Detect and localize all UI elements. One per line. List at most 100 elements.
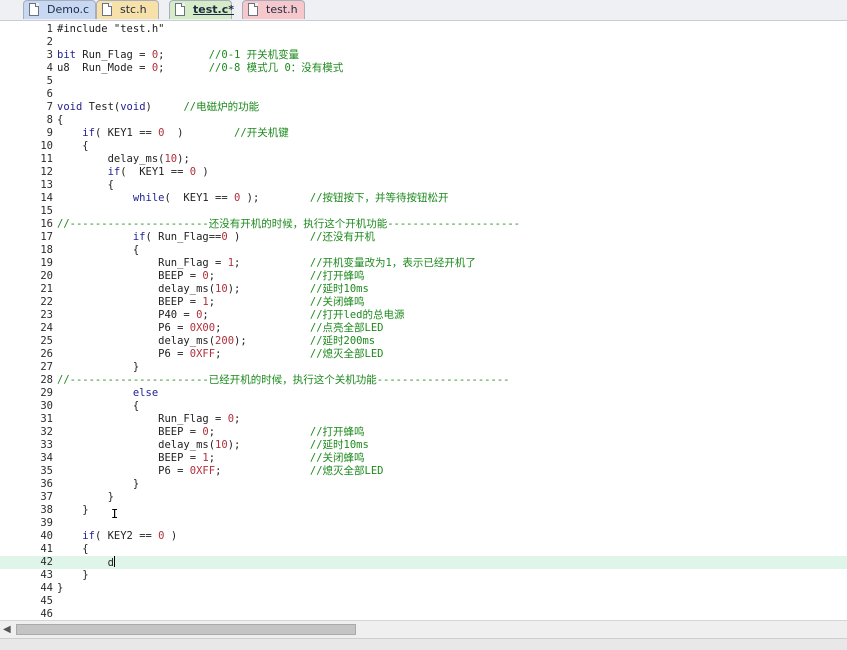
- code-line[interactable]: 9 if( KEY1 == 0 ) //开关机键: [0, 127, 847, 140]
- code-line[interactable]: 35 P6 = 0XFF; //熄灭全部LED: [0, 465, 847, 478]
- tab-test-c[interactable]: test.c*: [169, 0, 234, 19]
- code-line[interactable]: 19 Run_Flag = 1; //开机变量改为1，表示已经开机了: [0, 257, 847, 270]
- code-line[interactable]: 43 }: [0, 569, 847, 582]
- line-number: 30: [40, 400, 53, 412]
- code-line[interactable]: 4 u8 Run_Mode = 0; //0-8 模式几 0：没有模式: [0, 62, 847, 75]
- code-text: }: [57, 569, 88, 582]
- line-number: 33: [40, 439, 53, 451]
- code-line[interactable]: 31 Run_Flag = 0;: [0, 413, 847, 426]
- code-editor[interactable]: 1 #include "test.h" 2 3 bit Run_Flag = 0; //…: [0, 21, 847, 620]
- code-line[interactable]: 20 BEEP = 0; //打开蜂鸣: [0, 270, 847, 283]
- code-line[interactable]: 39: [0, 517, 847, 530]
- line-number: 10: [40, 140, 53, 152]
- code-line[interactable]: 15: [0, 205, 847, 218]
- code-comment: //关闭蜂鸣: [309, 296, 365, 308]
- code-line[interactable]: 37 }: [0, 491, 847, 504]
- code-line[interactable]: 24 P6 = 0X00; //点亮全部LED: [0, 322, 847, 335]
- code-line[interactable]: 27 }: [0, 361, 847, 374]
- code-line[interactable]: 34 BEEP = 1; //关闭蜂鸣: [0, 452, 847, 465]
- line-number: 16: [40, 218, 53, 230]
- line-number: 18: [40, 244, 53, 256]
- code-line[interactable]: 23 P40 = 0; //打开led的总电源: [0, 309, 847, 322]
- code-line[interactable]: 41 {: [0, 543, 847, 556]
- code-token: ( KEY1 ==: [94, 127, 159, 139]
- code-text: Run_Flag = 1; //开机变量改为1，表示已经开机了: [57, 257, 476, 270]
- line-number: 5: [46, 75, 53, 87]
- code-line[interactable]: 32 BEEP = 0; //打开蜂鸣: [0, 426, 847, 439]
- code-line[interactable]: 42 d: [0, 556, 847, 569]
- code-line[interactable]: 38 }: [0, 504, 847, 517]
- code-line[interactable]: 33 delay_ms(10); //延时10ms: [0, 439, 847, 452]
- code-line[interactable]: 17 if( Run_Flag==0 ) //还没有开机: [0, 231, 847, 244]
- code-token: }: [57, 361, 140, 373]
- code-line[interactable]: 1 #include "test.h": [0, 23, 847, 36]
- code-line[interactable]: 11 delay_ms(10);: [0, 153, 847, 166]
- code-comment: //延时10ms: [309, 439, 369, 451]
- code-line[interactable]: 26 P6 = 0XFF; //熄灭全部LED: [0, 348, 847, 361]
- code-token: P40 =: [57, 309, 197, 321]
- code-line[interactable]: 36 }: [0, 478, 847, 491]
- code-token: {: [57, 179, 114, 191]
- code-line[interactable]: 8{: [0, 114, 847, 127]
- code-line[interactable]: 28 //----------------------已经开机的时候，执行这个关机…: [0, 374, 847, 387]
- code-token: BEEP =: [57, 296, 203, 308]
- code-line[interactable]: 5: [0, 75, 847, 88]
- code-line[interactable]: 40 if( KEY2 == 0 ): [0, 530, 847, 543]
- code-number: 10: [215, 439, 228, 451]
- line-number: 25: [40, 335, 53, 347]
- code-line[interactable]: 16 //----------------------还没有开机的时候，执行这个开…: [0, 218, 847, 231]
- code-keyword: bit: [57, 49, 76, 61]
- code-line[interactable]: 6: [0, 88, 847, 101]
- code-text: {: [57, 400, 139, 413]
- line-number: 20: [40, 270, 53, 282]
- code-line[interactable]: 7 void Test(void) //电磁炉的功能: [0, 101, 847, 114]
- code-token: ;: [208, 426, 310, 438]
- code-line[interactable]: 18 {: [0, 244, 847, 257]
- code-text: delay_ms(200); //延时200ms: [57, 335, 375, 348]
- code-line[interactable]: 29 else: [0, 387, 847, 400]
- code-line[interactable]: 30 {: [0, 400, 847, 413]
- code-token: #include "test.h": [57, 23, 165, 35]
- line-number: 6: [46, 88, 53, 100]
- code-text: P6 = 0X00; //点亮全部LED: [57, 322, 383, 335]
- code-line[interactable]: 13 {: [0, 179, 847, 192]
- code-keyword: void: [57, 101, 83, 113]
- tab-test-h[interactable]: test.h: [242, 0, 305, 19]
- line-number: 43: [40, 569, 53, 581]
- code-line[interactable]: 44}: [0, 582, 847, 595]
- code-comment: //打开led的总电源: [309, 309, 405, 321]
- tab-stc-h[interactable]: stc.h: [96, 0, 159, 19]
- scrollbar-thumb[interactable]: [16, 624, 356, 635]
- code-line[interactable]: 3 bit Run_Flag = 0; //0-1 开关机变量: [0, 49, 847, 62]
- tab-demo-c[interactable]: Demo.c: [23, 0, 96, 19]
- code-line[interactable]: 14 while( KEY1 == 0 ); //按钮按下，并等待按钮松开: [0, 192, 847, 205]
- code-token: u8 Run_Mode =: [57, 62, 152, 74]
- code-line[interactable]: 22 BEEP = 1; //关闭蜂鸣: [0, 296, 847, 309]
- code-line[interactable]: 2: [0, 36, 847, 49]
- code-line[interactable]: 25 delay_ms(200); //延时200ms: [0, 335, 847, 348]
- code-text: BEEP = 0; //打开蜂鸣: [57, 270, 364, 283]
- code-text: if( KEY1 == 0 ): [57, 166, 209, 179]
- file-icon: [175, 3, 185, 16]
- code-token: ( Run_Flag==: [145, 231, 222, 243]
- code-line[interactable]: 46: [0, 608, 847, 620]
- code-line[interactable]: 21 delay_ms(10); //延时10ms: [0, 283, 847, 296]
- code-line[interactable]: 12 if( KEY1 == 0 ): [0, 166, 847, 179]
- code-token: ( KEY2 ==: [94, 530, 159, 542]
- line-number: 34: [40, 452, 53, 464]
- code-line[interactable]: 10 {: [0, 140, 847, 153]
- code-text: delay_ms(10); //延时10ms: [57, 439, 369, 452]
- file-icon: [29, 3, 39, 16]
- line-number: 41: [40, 543, 53, 555]
- code-text: else: [57, 387, 158, 400]
- code-line[interactable]: 45: [0, 595, 847, 608]
- horizontal-scrollbar[interactable]: ◀: [0, 620, 847, 638]
- code-keyword: void: [120, 101, 146, 113]
- scroll-left-arrow-icon[interactable]: ◀: [3, 624, 11, 635]
- line-number: 42: [40, 556, 53, 568]
- code-token: {: [57, 244, 140, 256]
